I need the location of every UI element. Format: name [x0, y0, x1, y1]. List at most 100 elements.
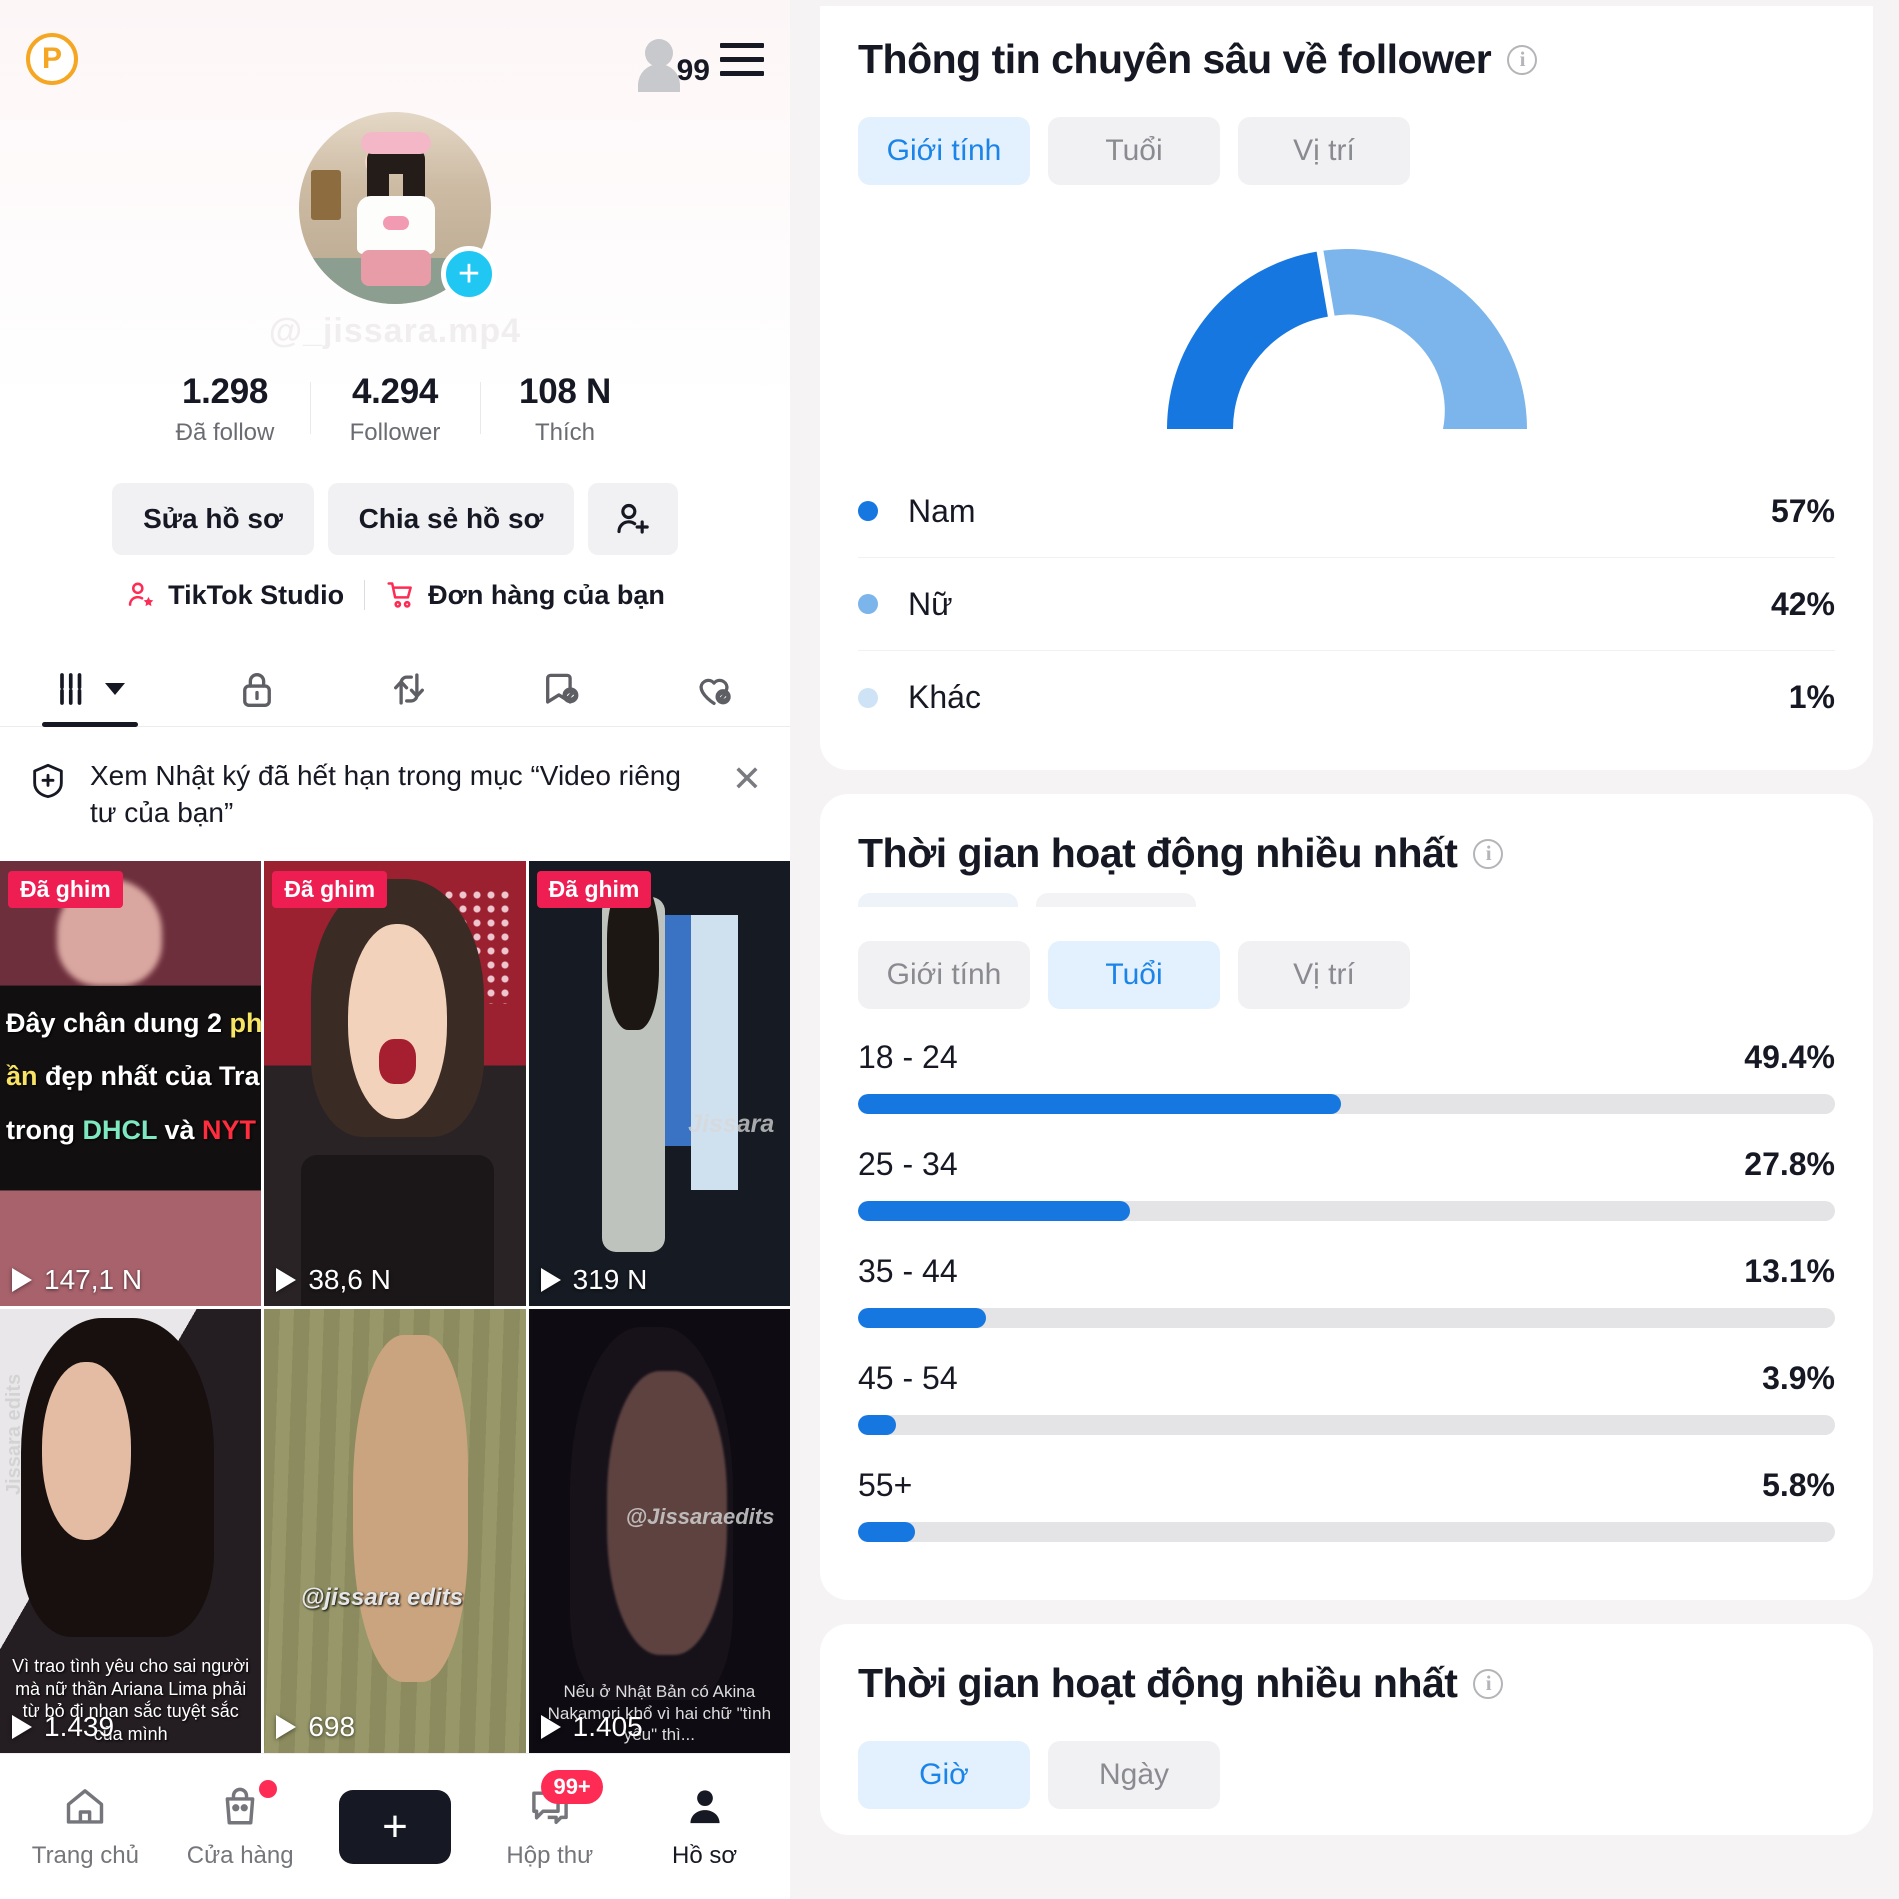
profile-links: TikTok Studio Đơn hàng của bạn	[0, 579, 790, 611]
profile-header: P 99 + @_jissara.mp4 1.298 Đã follow 4.2…	[0, 0, 790, 731]
legend-dot-nam	[858, 501, 878, 521]
bar-label: 18 - 24	[858, 1039, 958, 1075]
video-thumbnail: Đây chân dung 2 phi ần đẹp nhất của Tra …	[0, 861, 262, 1306]
stat-label: Follower	[349, 419, 441, 446]
bar-track	[858, 1522, 1835, 1542]
segment-age[interactable]: Tuổi	[1048, 117, 1220, 185]
profile-avatar[interactable]: +	[299, 112, 497, 304]
profile-tabs	[0, 637, 790, 727]
segment-day[interactable]: Ngày	[1048, 1741, 1220, 1809]
tiktok-studio-link[interactable]: TikTok Studio	[125, 579, 344, 611]
info-icon[interactable]: i	[1473, 838, 1504, 869]
friend-requests-button[interactable]: 99	[632, 32, 710, 92]
plus-icon[interactable]: +	[441, 246, 497, 302]
view-count-value: 698	[308, 1711, 356, 1742]
bar-label: 25 - 34	[858, 1146, 958, 1182]
legend-label: Nữ	[908, 585, 953, 622]
play-icon	[540, 1267, 561, 1292]
link-divider	[364, 580, 366, 610]
segment-gender[interactable]: Giới tính	[858, 117, 1030, 185]
video-cell[interactable]: Đã ghim 38,6 N	[264, 861, 526, 1306]
segmented-control-age: Giới tính Tuổi Vị trí	[858, 941, 1835, 1009]
bottom-navigation: Trang chủ Cửa hàng + 99+ Hộp thư Hồ sơ	[0, 1753, 790, 1899]
card-title: Thời gian hoạt động nhiều nhất i	[858, 830, 1835, 877]
bar-track	[858, 1094, 1835, 1114]
video-cell[interactable]: Jissara edits Vì trao tình yêu cho sai n…	[0, 1308, 262, 1753]
video-thumbnail: @jissara edits	[264, 1308, 526, 1753]
gauge-slice-nu	[1322, 249, 1527, 429]
legend-label: Khác	[908, 679, 981, 715]
chevron-down-icon[interactable]	[105, 683, 126, 695]
tab-saved-hidden[interactable]	[540, 668, 582, 726]
nav-inbox[interactable]: 99+ Hộp thư	[475, 1769, 625, 1870]
bar-value: 13.1%	[1744, 1253, 1835, 1289]
bar-fill	[858, 1094, 1341, 1114]
tab-posts[interactable]	[55, 668, 126, 726]
most-active-time-age-card: Thời gian hoạt động nhiều nhất i Giới tí…	[820, 794, 1873, 1600]
studio-star-icon	[125, 579, 157, 611]
video-thumbnail	[264, 861, 526, 1306]
segment-gender[interactable]: Giới tính	[858, 941, 1030, 1009]
bar-fill	[858, 1201, 1130, 1221]
segment-overflow-hint	[858, 893, 1835, 907]
view-count: 1.405	[540, 1711, 643, 1743]
play-icon	[12, 1715, 32, 1739]
gauge-svg	[1166, 249, 1527, 429]
segment-hour[interactable]: Giờ	[858, 1741, 1030, 1809]
notification-dot	[259, 1779, 278, 1798]
view-count: 38,6 N	[276, 1264, 391, 1296]
username-handle: @_jissara.mp4	[268, 312, 522, 350]
your-orders-link[interactable]: Đơn hàng của bạn	[385, 579, 665, 611]
video-cell[interactable]: Đây chân dung 2 phi ần đẹp nhất của Tra …	[0, 861, 262, 1306]
video-thumbnail: @Jissaraedits Nếu ở Nhật Bản có Akina Na…	[528, 1308, 790, 1753]
video-watermark: @Jissaraedits	[625, 1504, 775, 1530]
stat-followers[interactable]: 4.294 Follower	[310, 372, 480, 447]
view-count-value: 319 N	[572, 1263, 648, 1295]
tab-reposts[interactable]	[388, 668, 430, 726]
video-watermark: Jissara edits	[2, 1374, 25, 1496]
tab-private[interactable]	[236, 668, 278, 726]
close-icon[interactable]: ✕	[732, 761, 762, 797]
hamburger-icon[interactable]	[720, 42, 764, 76]
card-title-text: Thời gian hoạt động nhiều nhất	[858, 1660, 1458, 1706]
stat-value: 1.298	[181, 372, 269, 411]
create-plus-icon[interactable]: +	[329, 1789, 460, 1864]
stat-following[interactable]: 1.298 Đã follow	[140, 372, 310, 447]
video-cell[interactable]: @jissara edits 698	[264, 1308, 526, 1753]
tab-liked-hidden[interactable]	[693, 668, 735, 726]
edit-profile-button[interactable]: Sửa hồ sơ	[112, 483, 314, 555]
stat-likes[interactable]: 108 N Thích	[480, 372, 650, 447]
share-profile-button[interactable]: Chia sẻ hồ sơ	[328, 483, 574, 555]
legend-item-nu: Nữ 42%	[858, 558, 1835, 651]
play-icon	[540, 1715, 561, 1739]
nav-profile[interactable]: Hồ sơ	[630, 1784, 780, 1870]
stat-value: 4.294	[351, 372, 439, 411]
segmented-control-hour-day: Giờ Ngày	[858, 1741, 1835, 1809]
video-thumbnail: Jissara edits Vì trao tình yêu cho sai n…	[0, 1308, 262, 1753]
info-icon[interactable]: i	[1473, 1668, 1504, 1699]
play-icon	[12, 1267, 32, 1292]
pinned-badge: Đã ghim	[8, 871, 123, 909]
nav-create[interactable]: +	[320, 1789, 470, 1864]
bar-fill	[858, 1522, 915, 1542]
follower-insights-card: Thông tin chuyên sâu về follower i Giới …	[820, 6, 1873, 770]
video-cell[interactable]: Jissara Đã ghim 319 N	[528, 861, 790, 1306]
coin-badge[interactable]: P	[26, 33, 78, 85]
bar-value: 3.9%	[1762, 1360, 1835, 1396]
bar-track	[858, 1308, 1835, 1328]
segment-location[interactable]: Vị trí	[1238, 117, 1410, 185]
bar-row: 35 - 44 13.1%	[858, 1253, 1835, 1328]
view-count-value: 38,6 N	[308, 1263, 391, 1295]
card-title: Thông tin chuyên sâu về follower i	[858, 36, 1835, 83]
pinned-badge: Đã ghim	[536, 871, 652, 909]
card-title: Thời gian hoạt động nhiều nhất i	[858, 1660, 1835, 1707]
nav-home[interactable]: Trang chủ	[10, 1784, 160, 1870]
video-cell[interactable]: @Jissaraedits Nếu ở Nhật Bản có Akina Na…	[528, 1308, 790, 1753]
age-bar-chart: 18 - 24 49.4% 25 - 34 27.8% 35 - 44 13.1…	[858, 1039, 1835, 1542]
segment-location[interactable]: Vị trí	[1238, 941, 1410, 1009]
expired-diary-banner[interactable]: Xem Nhật ký đã hết hạn trong mục “Video …	[0, 731, 790, 862]
add-person-icon[interactable]	[588, 483, 678, 555]
nav-shop[interactable]: Cửa hàng	[165, 1779, 315, 1870]
info-icon[interactable]: i	[1507, 44, 1538, 75]
segment-age[interactable]: Tuổi	[1048, 941, 1220, 1009]
